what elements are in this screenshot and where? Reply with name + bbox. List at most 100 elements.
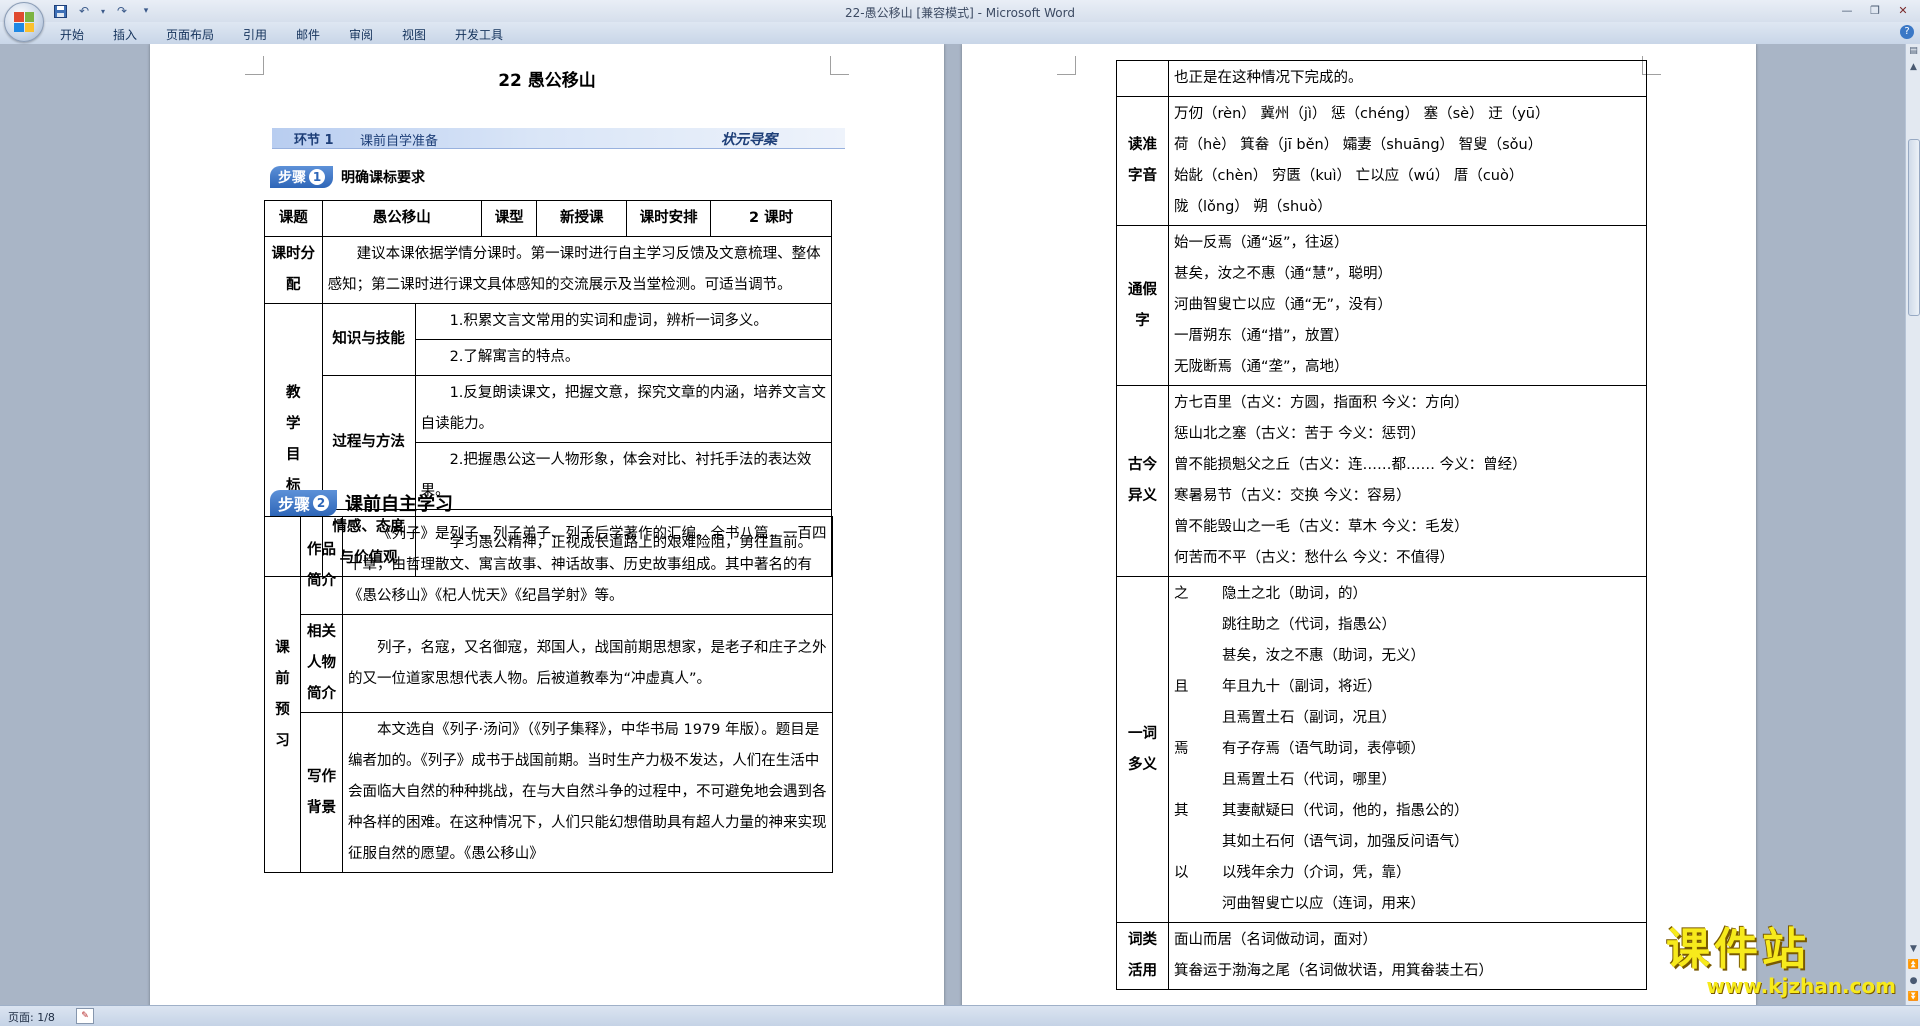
cell-person-intro-text: 列子，名寇，又名御寇，郑国人，战国前期思想家，是老子和庄子之外的又一位道家思想代… bbox=[342, 614, 833, 713]
polysemy-usage: 其妻献疑曰（代词，他的，指愚公的） bbox=[1222, 803, 1469, 819]
list-item: 以 以残年余力（介词，凭，靠） bbox=[1174, 858, 1641, 889]
minimize-icon[interactable]: — bbox=[1834, 2, 1860, 19]
list-item: 始龀（chèn） 穷匮（kuì） 亡以应（wú） 厝（cuò） bbox=[1174, 168, 1524, 184]
list-item: 河曲智叟亡以应（连词，用来） bbox=[1174, 889, 1641, 920]
polysemy-usage: 甚矣，汝之不惠（助词，无义） bbox=[1222, 648, 1425, 664]
list-item: 其 其妻献疑曰（代词，他的，指愚公的） bbox=[1174, 796, 1641, 827]
cell-header-allocation: 课时分配 bbox=[264, 236, 323, 304]
scroll-down-icon[interactable]: ▼ bbox=[1906, 942, 1920, 957]
list-item: 惩山北之塞（古义：苦于 今义：惩罚） bbox=[1174, 426, 1426, 442]
page-1: 22 愚公移山 环节 1 课前自学准备 状元导案 步骤 1 明确课标要求 课题 愚… bbox=[150, 44, 944, 1005]
cell-header-title: 课题 bbox=[264, 200, 323, 237]
next-page-icon[interactable]: ⏬ bbox=[1906, 990, 1920, 1005]
cell-work-intro-text: 《列子》是列子、列子弟子、列子后学著作的汇编。全书八篇，一百四十章，由哲理散文、… bbox=[342, 516, 833, 615]
cell-arrangement-value: 2 课时 bbox=[710, 200, 832, 237]
list-item: 寒暑易节（古义：交换 今义：容易） bbox=[1174, 488, 1411, 504]
list-item: 面山而居（名词做动词，面对） bbox=[1174, 932, 1377, 948]
polysemy-word bbox=[1174, 765, 1222, 796]
list-item: 且焉置土石（代词，哪里） bbox=[1174, 765, 1641, 796]
office-logo-icon bbox=[14, 12, 34, 32]
document-workspace[interactable]: 22 愚公移山 环节 1 课前自学准备 状元导案 步骤 1 明确课标要求 课题 愚… bbox=[0, 44, 1905, 1005]
watermark-main: 课件站 bbox=[1666, 924, 1810, 975]
cell-type-value: 新授课 bbox=[536, 200, 628, 237]
polysemy-usage: 且焉置土石（代词，哪里） bbox=[1222, 772, 1396, 788]
tab-page-layout[interactable]: 页面布局 bbox=[166, 26, 214, 43]
cell-work-intro-label: 作品简介 bbox=[300, 516, 343, 615]
step-label: 步骤 bbox=[278, 495, 311, 514]
list-item: 箕畚运于渤海之尾（名词做状语，用箕畚装土石） bbox=[1174, 963, 1493, 979]
previous-page-icon[interactable]: ⏫ bbox=[1906, 958, 1920, 973]
list-item: 曾不能毁山之一毛（古义：草木 今义：毛发） bbox=[1174, 519, 1469, 535]
window-title: 22-愚公移山 [兼容模式] - Microsoft Word bbox=[844, 6, 1075, 20]
polysemy-word: 焉 bbox=[1174, 741, 1189, 757]
site-watermark: 课件站 www.kjzhan.com bbox=[1666, 926, 1906, 1002]
vertical-scrollbar[interactable]: ▤ ▲ ▼ ⏫ ● ⏬ bbox=[1905, 44, 1920, 1005]
polysemy-word bbox=[1174, 889, 1222, 920]
list-item: 甚矣，汝之不惠（通“慧”，聪明） bbox=[1174, 266, 1393, 282]
proofing-icon[interactable]: ✎ bbox=[76, 1008, 94, 1024]
cell-gujin-list: 方七百里（古义：方圆，指面积 今义：方向） 惩山北之塞（古义：苦于 今义：惩罚）… bbox=[1168, 385, 1647, 577]
banner-subtitle: 课前自学准备 bbox=[360, 134, 439, 149]
tab-view[interactable]: 视图 bbox=[402, 26, 426, 43]
tab-mailings[interactable]: 邮件 bbox=[296, 26, 320, 43]
cell-knowledge-label: 知识与技能 bbox=[321, 303, 416, 376]
list-item: 方七百里（古义：方圆，指面积 今义：方向） bbox=[1174, 395, 1469, 411]
polysemy-usage: 且焉置土石（副词，况且） bbox=[1222, 710, 1396, 726]
select-browse-object-icon[interactable]: ● bbox=[1906, 974, 1920, 989]
list-item: 曾不能损魁父之丘（古义：连……都…… 今义：曾经） bbox=[1174, 457, 1527, 473]
ribbon-tabs: 开始 插入 页面布局 引用 邮件 审阅 视图 开发工具 ? bbox=[0, 22, 1920, 45]
cell-background-text: 本文选自《列子·汤问》（《列子集释》，中华书局 1979 年版）。题目是编者加的… bbox=[342, 712, 833, 873]
cell-background-label: 写作背景 bbox=[300, 712, 343, 873]
polysemy-word: 之 bbox=[1174, 586, 1189, 602]
polysemy-word bbox=[1174, 827, 1222, 858]
status-bar: 页面: 1/8 ✎ bbox=[0, 1005, 1920, 1026]
list-item: 其如土石何（语气词，加强反问语气） bbox=[1174, 827, 1641, 858]
polysemy-usage: 跳往助之（代词，指愚公） bbox=[1222, 617, 1396, 633]
tab-review[interactable]: 审阅 bbox=[349, 26, 373, 43]
polysemy-usage: 年且九十（副词，将近） bbox=[1222, 679, 1382, 695]
vocabulary-table: 也正是在这种情况下完成的。 读准字音 万仞（rèn） 冀州（jì） 惩（chén… bbox=[1116, 60, 1647, 990]
office-button[interactable] bbox=[4, 2, 44, 42]
preview-label: 课前预习 bbox=[275, 639, 290, 749]
page-indicator[interactable]: 页面: 1/8 bbox=[8, 1009, 55, 1025]
close-icon[interactable]: ✕ bbox=[1890, 2, 1916, 19]
scrollbar-thumb[interactable] bbox=[1908, 139, 1920, 316]
list-item: 之 隐土之北（助词，的） bbox=[1174, 579, 1641, 610]
cell-word-class-label: 词类活用 bbox=[1116, 922, 1169, 990]
list-item: 且焉置土石（副词，况且） bbox=[1174, 703, 1641, 734]
tab-insert[interactable]: 插入 bbox=[113, 26, 137, 43]
step-pill: 步骤 1 bbox=[270, 166, 333, 188]
ruler-toggle-icon[interactable]: ▤ bbox=[1906, 44, 1920, 59]
list-item: 陇（lǒng） 朔（shuò） bbox=[1174, 199, 1332, 215]
tab-references[interactable]: 引用 bbox=[243, 26, 267, 43]
scroll-up-icon[interactable]: ▲ bbox=[1906, 60, 1920, 75]
window-controls: — ❐ ✕ bbox=[1834, 2, 1916, 19]
cell-title-value: 愚公移山 bbox=[321, 200, 483, 237]
cell-process-1: 1.反复朗读课文，把握文意，探究文章的内涵，培养文言文自读能力。 bbox=[414, 375, 833, 443]
step-2-heading: 步骤 2 课前自主学习 bbox=[270, 490, 453, 516]
step-title: 明确课标要求 bbox=[341, 170, 425, 186]
help-icon[interactable]: ? bbox=[1900, 25, 1914, 39]
list-item: 一厝朔东（通“措”，放置） bbox=[1174, 328, 1349, 344]
step-title: 课前自主学习 bbox=[345, 494, 454, 515]
banner-right-label: 状元导案 bbox=[721, 132, 777, 148]
polysemy-word bbox=[1174, 610, 1222, 641]
cell-allocation-text: 建议本课依据学情分课时。第一课时进行自主学习反馈及文意梳理、整体感知；第二课时进… bbox=[321, 236, 833, 304]
restore-icon[interactable]: ❐ bbox=[1862, 2, 1888, 19]
document-title: 22 愚公移山 bbox=[498, 71, 596, 91]
list-item: 荷（hè） 箕畚（jī běn） 孀妻（shuāng） 智叟（sǒu） bbox=[1174, 137, 1543, 153]
cell-continuation: 也正是在这种情况下完成的。 bbox=[1168, 60, 1647, 97]
tab-developer[interactable]: 开发工具 bbox=[455, 26, 503, 43]
cell-word-class-list: 面山而居（名词做动词，面对） 箕畚运于渤海之尾（名词做状语，用箕畚装土石） bbox=[1168, 922, 1647, 990]
cell-tongjia-list: 始一反焉（通“返”，往返） 甚矣，汝之不惠（通“慧”，聪明） 河曲智叟亡以应（通… bbox=[1168, 225, 1647, 386]
polysemy-word: 且 bbox=[1174, 679, 1189, 695]
tab-home[interactable]: 开始 bbox=[60, 26, 84, 43]
step-label: 步骤 bbox=[278, 170, 306, 186]
step-number: 1 bbox=[309, 169, 325, 185]
list-item: 无陇断焉（通“垄”，高地） bbox=[1174, 359, 1349, 375]
polysemy-usage: 有子存焉（语气助词，表停顿） bbox=[1222, 741, 1425, 757]
cell-header-type: 课型 bbox=[481, 200, 538, 237]
list-item: 焉 有子存焉（语气助词，表停顿） bbox=[1174, 734, 1641, 765]
cell-header-preview: 课前预习 bbox=[264, 516, 301, 873]
cell-gujin-label: 古今异义 bbox=[1116, 385, 1169, 577]
